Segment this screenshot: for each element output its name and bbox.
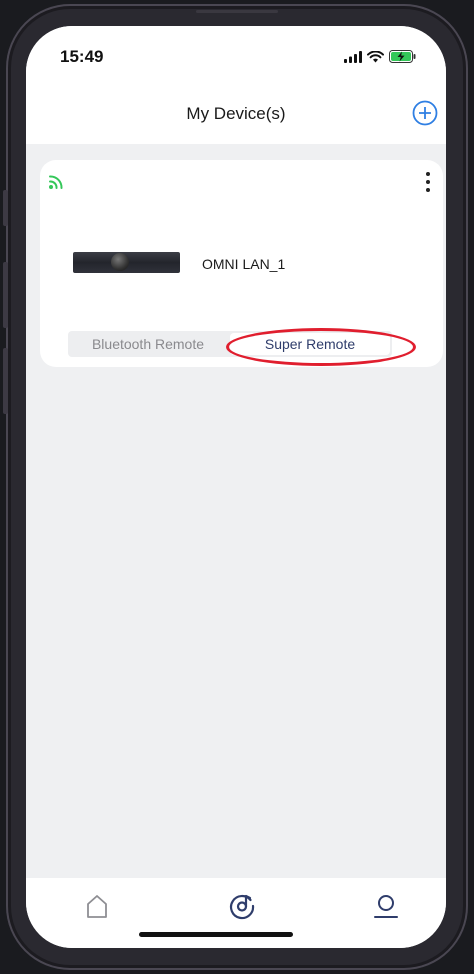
volume-up-button [3,262,8,328]
signal-icon [344,50,362,63]
speaker-grille [196,10,278,13]
device-knob [111,253,129,271]
more-vertical-icon[interactable] [423,171,433,193]
tab-bluetooth-remote[interactable]: Bluetooth Remote [68,331,228,357]
app-header: My Device(s) [26,88,446,144]
device-name: OMNI LAN_1 [202,256,286,272]
status-bar: 15:49 [26,26,446,88]
user-icon[interactable] [372,892,400,920]
mute-switch [3,190,8,226]
add-device-button[interactable] [412,100,438,126]
wifi-status-icon [367,50,384,62]
bottom-tab-bar [26,878,446,948]
tab-super-remote[interactable]: Super Remote [230,333,390,355]
home-indicator [139,932,293,937]
battery-charging-icon [389,50,416,63]
home-icon[interactable] [83,892,111,920]
status-time: 15:49 [60,47,104,66]
remote-mode-toggle: Bluetooth Remote Super Remote [68,331,392,357]
page-title: My Device(s) [186,104,286,123]
device-card[interactable]: OMNI LAN_1 Bluetooth Remote Super Remote [40,160,443,367]
app-screen: 15:49 My Device(s) OMNI LAN_1 Bluetooth … [26,26,446,948]
status-icons [344,50,416,63]
wifi-connected-icon [49,175,63,189]
music-disc-icon[interactable] [228,892,256,920]
volume-down-button [3,348,8,414]
device-thumbnail [73,252,180,273]
